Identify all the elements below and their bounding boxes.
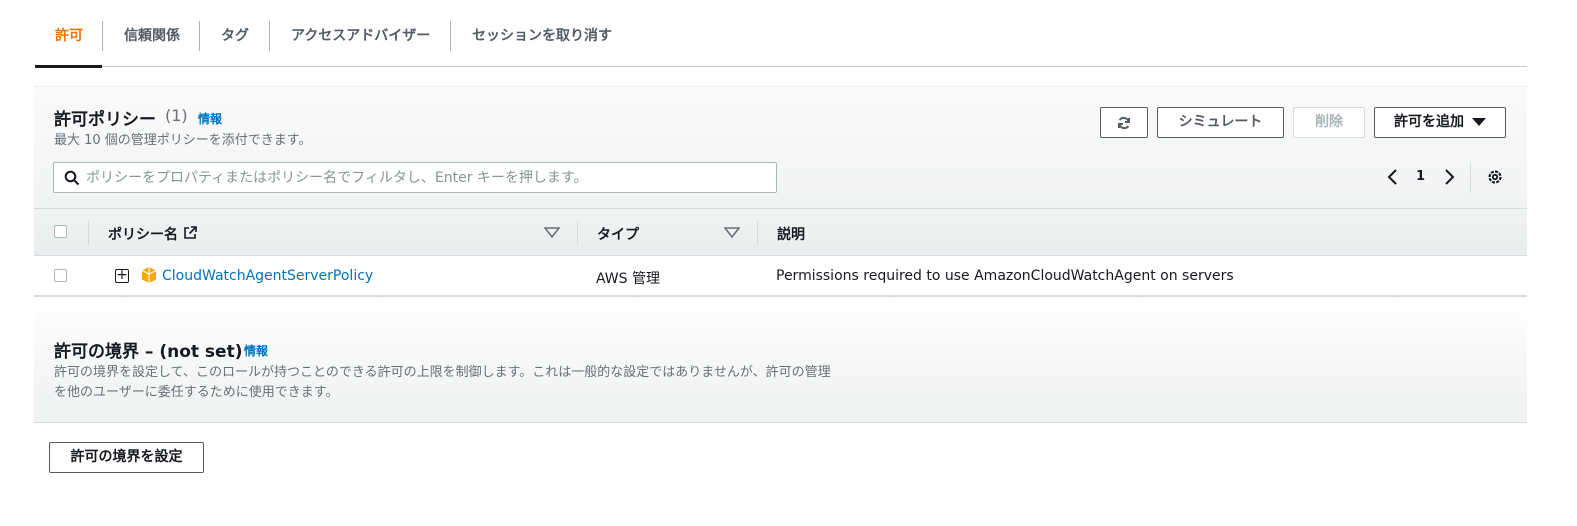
permissions-boundary-panel: 許可の境界 – (not set) 情報 許可の境界を設定して、このロールが持つ… — [34, 297, 1527, 423]
active-tab-indicator — [35, 65, 102, 68]
tab-revoke-sessions[interactable]: セッションを取り消す — [452, 20, 632, 52]
info-link[interactable]: 情報 — [244, 342, 268, 359]
column-description: 説明 — [777, 227, 805, 243]
tab-divider — [450, 21, 451, 51]
column-label: ポリシー名 — [108, 227, 178, 243]
tab-permissions[interactable]: 許可 — [35, 20, 103, 52]
policy-count: (1) — [165, 106, 188, 125]
boundary-description: 許可の境界を設定して、このロールが持つことのできる許可の上限を制御します。これは… — [54, 363, 934, 403]
column-type[interactable]: タイプ — [597, 224, 639, 244]
tab-tags[interactable]: タグ — [201, 20, 269, 52]
permissions-policies-panel: 許可ポリシー (1) 情報 最大 10 個の管理ポリシーを添付できます。 シミュ… — [34, 86, 1527, 297]
policy-name-link[interactable]: CloudWatchAgentServerPolicy — [162, 268, 373, 284]
table-row: + CloudWatchAgentServerPolicy AWS 管理 Per… — [34, 256, 1527, 296]
row-checkbox[interactable] — [54, 269, 67, 282]
gear-icon[interactable] — [1486, 168, 1504, 186]
set-boundary-button[interactable]: 許可の境界を設定 — [49, 442, 204, 473]
chevron-left-icon[interactable] — [1386, 168, 1400, 186]
page-number[interactable]: 1 — [1416, 169, 1425, 184]
boundary-description-line: を他のユーザーに委任するために使用できます。 — [54, 385, 339, 400]
sort-icon[interactable] — [544, 227, 560, 239]
refresh-icon — [1118, 116, 1130, 130]
boundary-description-line: 許可の境界を設定して、このロールが持つことのできる許可の上限を制御します。これは… — [54, 365, 831, 380]
column-divider — [577, 221, 578, 245]
add-permissions-label: 許可を追加 — [1394, 114, 1464, 130]
column-policy-name[interactable]: ポリシー名 — [108, 224, 197, 244]
add-permissions-button[interactable]: 許可を追加 — [1374, 107, 1506, 138]
tab-bar: 許可 信頼関係 タグ アクセスアドバイザー セッションを取り消す — [35, 0, 1527, 68]
info-link[interactable]: 情報 — [198, 110, 222, 127]
tab-divider — [102, 21, 103, 51]
panel-title: 許可ポリシー — [54, 110, 156, 130]
tab-trust-relationships[interactable]: 信頼関係 — [104, 20, 200, 52]
boundary-title: 許可の境界 – (not set) — [54, 342, 243, 362]
pager-divider — [1470, 163, 1471, 193]
simulate-button[interactable]: シミュレート — [1157, 107, 1284, 138]
external-link-icon — [184, 226, 197, 239]
search-input[interactable] — [86, 163, 766, 192]
caret-down-icon — [1472, 118, 1486, 126]
tab-divider — [199, 21, 200, 51]
sort-icon[interactable] — [724, 227, 740, 239]
expand-icon[interactable]: + — [115, 268, 129, 283]
policy-description: Permissions required to use AmazonCloudW… — [776, 268, 1234, 284]
tab-divider — [269, 21, 270, 51]
tab-access-advisor[interactable]: アクセスアドバイザー — [271, 20, 450, 52]
table-header: ポリシー名 タイプ 説明 — [34, 208, 1527, 256]
panel-description: 最大 10 個の管理ポリシーを添付できます。 — [54, 133, 312, 148]
select-all-checkbox[interactable] — [54, 225, 67, 238]
search-icon — [64, 170, 80, 186]
column-divider — [88, 221, 89, 245]
policy-type: AWS 管理 — [596, 271, 660, 287]
delete-button[interactable]: 削除 — [1293, 107, 1365, 138]
chevron-right-icon[interactable] — [1442, 168, 1456, 186]
policy-search[interactable] — [53, 162, 777, 193]
column-divider — [757, 221, 758, 245]
refresh-button[interactable] — [1100, 107, 1148, 138]
aws-managed-policy-icon — [141, 267, 157, 283]
